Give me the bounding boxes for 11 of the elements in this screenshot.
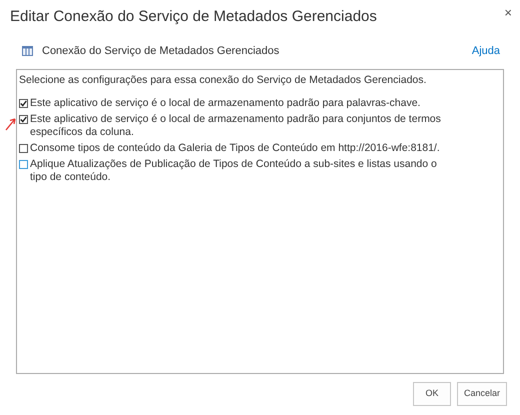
dialog-button[interactable]: OK: [412, 382, 451, 406]
close-button[interactable]: ×: [504, 6, 512, 19]
help-link[interactable]: Ajuda: [472, 42, 500, 59]
option-label: Este aplicativo de serviço é o local de armazenamento padrão para conjuntos de termos específicos da coluna.: [30, 112, 442, 139]
dialog-button[interactable]: Cancelar: [456, 382, 507, 406]
section-title: Conexão do Serviço de Metadados Gerenciados: [42, 44, 280, 58]
window-title: Editar Conexão do Serviço de Metadados Gerenciados: [10, 7, 377, 27]
intro-text: Selecione as configurações para essa conexão do Serviço de Metadados Gerenciados.: [19, 73, 428, 88]
option-label: Este aplicativo de serviço é o local de armazenamento padrão para palavras-chave.: [30, 96, 420, 110]
option-label: Consome tipos de conteúdo da Galeria de Tipos de Conteúdo em http://2016-wfe:8181/.: [30, 142, 440, 155]
option-label: Aplique Atualizações de Publicação de Tipos de Conteúdo a sub-sites e listas usando o tipo de conteúdo.: [30, 158, 438, 184]
